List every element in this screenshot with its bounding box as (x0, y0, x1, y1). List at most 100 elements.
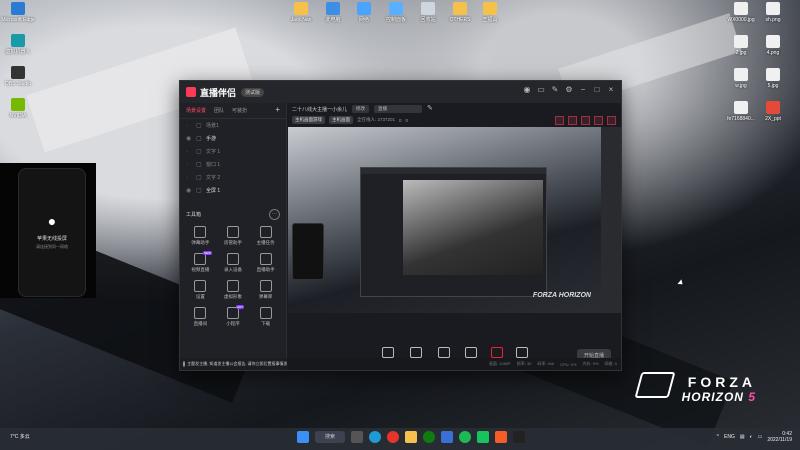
tool-item[interactable]: 房管助手 (217, 226, 250, 246)
status-item: 网络: 0 (604, 361, 617, 366)
desktop-icon[interactable]: 王福山 (462, 2, 518, 23)
tool-badge: NEW (202, 251, 212, 255)
add-scene-button[interactable]: + (275, 106, 280, 114)
taskbar-search[interactable]: 搜索 (315, 431, 345, 443)
layer-item[interactable]: ◉ ▢ 手游 (180, 132, 286, 145)
tool-item[interactable]: 直播间 (184, 307, 217, 327)
app-icon-2[interactable] (513, 431, 525, 443)
tool-icon (194, 280, 207, 292)
tool-item[interactable]: 弹幕助手 (184, 226, 217, 246)
battery-icon[interactable]: ▭ (758, 434, 763, 440)
stream-preview[interactable]: FORZA HORIZON (288, 127, 621, 313)
eye-icon[interactable]: ◉ (186, 187, 193, 194)
eye-icon[interactable]: · (186, 162, 193, 168)
tool-item[interactable]: 小程序 HOT (217, 305, 250, 327)
desktop-icon[interactable]: OBS Studio (0, 66, 46, 87)
lock-icon[interactable]: ▢ (196, 122, 203, 129)
more-icon[interactable]: ⋯ (269, 209, 280, 220)
record-icon[interactable] (555, 115, 564, 125)
eye-icon[interactable]: · (186, 175, 193, 181)
lock-icon[interactable]: ▢ (196, 174, 203, 181)
task-view-icon[interactable] (351, 431, 363, 443)
desktop-icon[interactable]: 4.png (748, 35, 798, 56)
desktop-icon[interactable]: 2X_ppt (748, 101, 798, 122)
message-icon[interactable]: ▭ (537, 86, 545, 94)
store-icon[interactable] (441, 431, 453, 443)
chevron-up-icon[interactable]: ^ (717, 434, 719, 440)
volume-icon[interactable]: ◐ (750, 434, 753, 440)
apple-icon: ● (47, 213, 57, 229)
layer-item[interactable]: · ▢ 窗口 1 (180, 158, 286, 171)
app-titlebar[interactable]: 直播伴侣 测试版 ◉ ▭ ✎ ⚙ − □ × (180, 81, 621, 103)
network-icon[interactable]: ▤ (740, 434, 745, 440)
desktop-icon[interactable]: Microsoft Edge (0, 2, 46, 23)
layer-item[interactable]: · ▢ 文字 1 (180, 145, 286, 158)
desktop-icon-label: OBS Studio (4, 81, 32, 87)
source-mode[interactable]: 主机画面游戏 (292, 116, 325, 124)
source-button-icon (437, 347, 450, 358)
spotify-icon[interactable] (459, 431, 471, 443)
app-icon[interactable] (495, 431, 507, 443)
tool-label: 直播助手 (256, 267, 275, 272)
status-item: 内存: 0% (582, 361, 599, 366)
explorer-icon[interactable] (405, 431, 417, 443)
eye-icon[interactable]: · (186, 123, 193, 129)
tab-dressup[interactable]: 可装扮 (232, 107, 247, 114)
tool-label: 下载 (261, 321, 271, 326)
desktop-icon[interactable]: NVIDIA (0, 98, 46, 119)
avatar-icon[interactable]: ◉ (523, 86, 531, 94)
image-file-icon (766, 101, 780, 114)
image-file-icon (766, 68, 780, 81)
scene-dropdown[interactable]: 直播 (374, 105, 423, 113)
source-mode-2[interactable]: 主机画面 (329, 116, 353, 124)
taskbar: 7°C 多云 搜索 ^ ENG ▤ ◐ ▭ 0:42 2022/11/19 (0, 428, 800, 450)
tool-item[interactable]: 虚拟形象 (217, 280, 250, 300)
feedback-icon[interactable]: ✎ (551, 86, 559, 94)
layer-item[interactable]: ◉ ▢ 全屏 1 (180, 184, 286, 197)
start-icon[interactable] (297, 431, 309, 443)
media-icon[interactable] (387, 431, 399, 443)
lock-icon[interactable]: ▢ (196, 161, 203, 168)
desktop-icon[interactable]: sh.png (748, 2, 798, 23)
tool-item[interactable]: 视频直播 NEW (184, 251, 217, 273)
settings-icon[interactable]: ⚙ (565, 86, 573, 94)
edge-icon[interactable] (369, 431, 381, 443)
desktop-icon[interactable]: 5.jpg (748, 68, 798, 89)
tool-item[interactable]: 直播助手 (249, 253, 282, 273)
version-badge[interactable]: 测试版 (241, 87, 265, 97)
close-icon[interactable]: × (607, 86, 615, 94)
lock-icon[interactable]: ▢ (196, 148, 203, 155)
tab-team[interactable]: 团队 (214, 107, 224, 114)
tool-label: 直播间 (193, 321, 208, 326)
app-logo: 直播伴侣 (200, 87, 237, 98)
tool-item[interactable]: 设置 (184, 280, 217, 300)
notice-text: 主题发主播, 知道发主播公会报告, 请你立即后置报事情发展 (187, 361, 289, 366)
eye-icon[interactable]: ◉ (186, 135, 193, 142)
eye-icon[interactable]: · (186, 149, 193, 155)
edit-scene-button[interactable]: 修改 (352, 105, 370, 113)
lock-icon[interactable]: ▢ (196, 135, 203, 142)
link-icon[interactable] (607, 115, 616, 125)
tool-item[interactable]: 弹幕库 (249, 280, 282, 300)
tool-icon (226, 280, 239, 292)
maximize-icon[interactable]: □ (593, 86, 601, 94)
layer-item[interactable]: · ▢ 文字 2 (180, 171, 286, 184)
snapshot-icon[interactable] (568, 115, 577, 125)
share-icon[interactable] (581, 115, 590, 125)
desktop-icon[interactable]: 虚拟机器人 (0, 34, 46, 55)
lock-icon[interactable]: ▢ (196, 187, 203, 194)
minimize-icon[interactable]: − (579, 86, 587, 94)
layer-item[interactable]: · ▢ 场景1 (180, 119, 286, 132)
lang-indicator[interactable]: ENG (724, 434, 735, 440)
tool-item[interactable]: 下载 (249, 307, 282, 327)
tool-item[interactable]: 主播任务 (249, 226, 282, 246)
pencil-icon[interactable]: ✎ (427, 105, 435, 113)
xbox-icon[interactable] (423, 431, 435, 443)
weather-widget[interactable]: 7°C 多云 (10, 433, 30, 440)
bell-icon[interactable] (594, 115, 603, 125)
image-file-icon (734, 68, 748, 81)
chat-icon[interactable] (477, 431, 489, 443)
clock[interactable]: 0:42 2022/11/19 (767, 431, 792, 443)
tool-item[interactable]: 录入设备 (217, 253, 250, 273)
tab-scene[interactable]: 场景设置 (186, 107, 206, 114)
